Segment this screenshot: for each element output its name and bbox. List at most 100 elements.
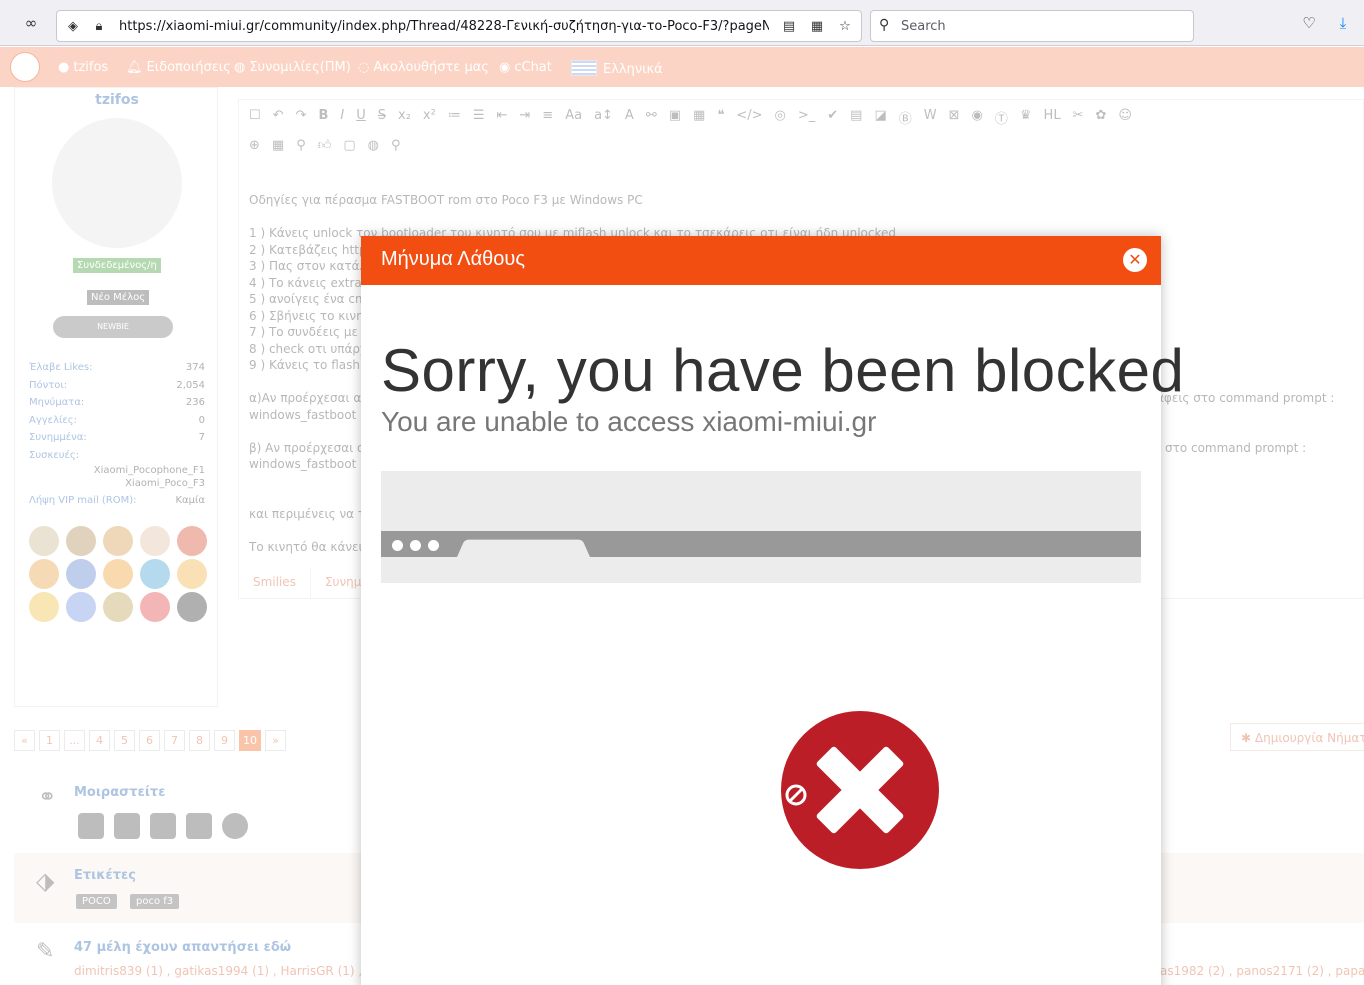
quote-icon[interactable]: ❝	[717, 108, 724, 130]
fire-icon[interactable]	[177, 526, 207, 556]
globe-icon[interactable]: ◉	[972, 108, 983, 130]
tools-icon[interactable]: ✂	[1073, 108, 1084, 130]
italic-icon[interactable]: I	[340, 108, 344, 130]
5-badge-icon[interactable]	[103, 592, 133, 622]
gear-icon[interactable]	[222, 813, 248, 839]
url-text[interactable]: https://xiaomi-miui.gr/community/index.p…	[119, 19, 769, 34]
page-link[interactable]: 9	[214, 730, 235, 751]
hl-icon[interactable]: HL	[1044, 108, 1061, 130]
avatar[interactable]	[52, 118, 182, 248]
font-size-icon[interactable]: Aa	[565, 108, 582, 130]
profile-username[interactable]: tzifos	[15, 92, 219, 108]
spoiler-icon[interactable]: ◎	[775, 108, 786, 130]
ordered-list-icon[interactable]: ≔	[448, 108, 461, 130]
facebook-icon[interactable]	[78, 813, 104, 839]
terminal-icon[interactable]: >_	[798, 108, 815, 130]
shield-icon[interactable]: ◈	[63, 16, 83, 36]
unordered-list-icon[interactable]: ☰	[473, 108, 485, 130]
add-icon[interactable]: ⊕	[249, 138, 260, 160]
page-link[interactable]: 4	[89, 730, 110, 751]
url-bar[interactable]: ◈ 🔒︎ https://xiaomi-miui.gr/community/in…	[56, 10, 862, 42]
site-logo[interactable]	[10, 52, 40, 82]
notepad-icon[interactable]	[140, 526, 170, 556]
b-icon[interactable]: Ⓑ	[899, 108, 912, 130]
smiley-icon[interactable]: ☺	[1118, 108, 1132, 130]
strikethrough-icon[interactable]: S	[378, 108, 386, 130]
chat-badge-icon[interactable]	[140, 559, 170, 589]
heart-badge-icon[interactable]	[140, 592, 170, 622]
create-thread-button[interactable]: ✱ Δημιουργία Νήματ	[1230, 723, 1364, 751]
superscript-icon[interactable]: x²	[423, 108, 436, 130]
gift-icon[interactable]	[29, 559, 59, 589]
code-icon[interactable]: </>	[736, 108, 762, 130]
pocket-icon[interactable]: ♡	[1298, 12, 1320, 34]
members-list[interactable]: dimitris839 (1) , gatikas1994 (1) , Harr…	[74, 964, 362, 978]
page-current[interactable]: 10	[239, 730, 261, 751]
checkbox-icon[interactable]: ☐	[249, 108, 261, 130]
reddit-icon[interactable]: ◍	[368, 138, 379, 160]
500-badge-icon[interactable]	[177, 592, 207, 622]
google-plus-icon[interactable]	[150, 813, 176, 839]
page-prev[interactable]: «	[14, 730, 35, 751]
bookmark-star-icon[interactable]: ☆	[835, 16, 855, 36]
attachment-icon[interactable]: ⚲	[296, 138, 306, 160]
tag-chip[interactable]: POCO	[76, 894, 117, 909]
extensions-icon[interactable]: ∞	[20, 12, 42, 34]
thumbs-up-icon[interactable]: 👍︎	[318, 138, 332, 160]
undo-icon[interactable]: ↶	[273, 108, 284, 130]
nav-notifications[interactable]: 🔔︎ Ειδοποιήσεις	[126, 60, 231, 75]
20-badge-icon[interactable]	[177, 559, 207, 589]
outdent-icon[interactable]: ⇤	[496, 108, 507, 130]
page-next[interactable]: »	[265, 730, 286, 751]
grid-icon[interactable]: ▦	[272, 138, 284, 160]
page-ellipsis[interactable]: ...	[64, 730, 85, 751]
30-badge-icon[interactable]	[29, 592, 59, 622]
subscript-icon[interactable]: x₂	[398, 108, 411, 130]
link-icon[interactable]: ⚯	[646, 108, 657, 130]
reader-view-icon[interactable]: ▤	[779, 16, 799, 36]
medal-icon[interactable]	[29, 526, 59, 556]
close-square-icon[interactable]: ⊠	[949, 108, 960, 130]
table-icon[interactable]: ▦	[693, 108, 705, 130]
font-color-icon[interactable]: A	[625, 108, 634, 130]
40k-badge-icon[interactable]	[66, 592, 96, 622]
align-icon[interactable]: ≡	[542, 108, 553, 130]
nav-follow[interactable]: ◌ Ακολουθήστε μας	[358, 60, 489, 75]
calendar-icon[interactable]: ▤	[850, 108, 862, 130]
nav-chat[interactable]: ◉ cChat	[499, 60, 552, 75]
indent-icon[interactable]: ⇥	[519, 108, 530, 130]
pdf-icon[interactable]: ◪	[874, 108, 886, 130]
tag-chip[interactable]: poco f3	[130, 894, 180, 909]
medal-icon[interactable]	[66, 526, 96, 556]
redo-icon[interactable]: ↷	[296, 108, 307, 130]
bold-icon[interactable]: B	[318, 108, 328, 130]
page-link[interactable]: 5	[114, 730, 135, 751]
tab-smilies[interactable]: Smilies	[239, 568, 311, 598]
check-icon[interactable]: ✔	[827, 108, 838, 130]
trophy-icon[interactable]: ♛	[1020, 108, 1032, 130]
wikipedia-icon[interactable]: W	[924, 108, 937, 130]
lock-icon[interactable]: 🔒︎	[89, 16, 109, 36]
page-link[interactable]: 8	[189, 730, 210, 751]
nav-conversations[interactable]: ◍ Συνομιλίες(ΠΜ)	[234, 60, 351, 75]
download-icon[interactable]: ⤓	[1332, 12, 1354, 34]
sticky-note-icon[interactable]: ▢	[343, 138, 355, 160]
t-icon[interactable]: Ⓣ	[995, 108, 1008, 130]
underline-icon[interactable]: U	[356, 108, 366, 130]
nav-language[interactable]: Ελληνικά	[571, 60, 663, 77]
10k-badge-icon[interactable]	[103, 559, 133, 589]
members-list-continued[interactable]: as1982 (2) , panos2171 (2) , papat	[1160, 964, 1364, 978]
book-icon[interactable]	[103, 526, 133, 556]
font-family-icon[interactable]: a↕	[594, 108, 613, 130]
greek-flag-badge-icon[interactable]	[66, 559, 96, 589]
search-bar[interactable]: ⚲ Search	[870, 10, 1194, 42]
reddit-share-icon[interactable]	[186, 813, 212, 839]
page-link[interactable]: 6	[139, 730, 160, 751]
close-icon[interactable]: ✕	[1123, 248, 1147, 272]
twitter-icon[interactable]	[114, 813, 140, 839]
search-icon[interactable]: ⚲	[391, 138, 401, 160]
page-link[interactable]: 1	[39, 730, 60, 751]
rabbit-icon[interactable]: ✿	[1095, 108, 1106, 130]
qr-code-icon[interactable]: ▦	[807, 16, 827, 36]
nav-user[interactable]: ● tzifos	[58, 60, 108, 75]
